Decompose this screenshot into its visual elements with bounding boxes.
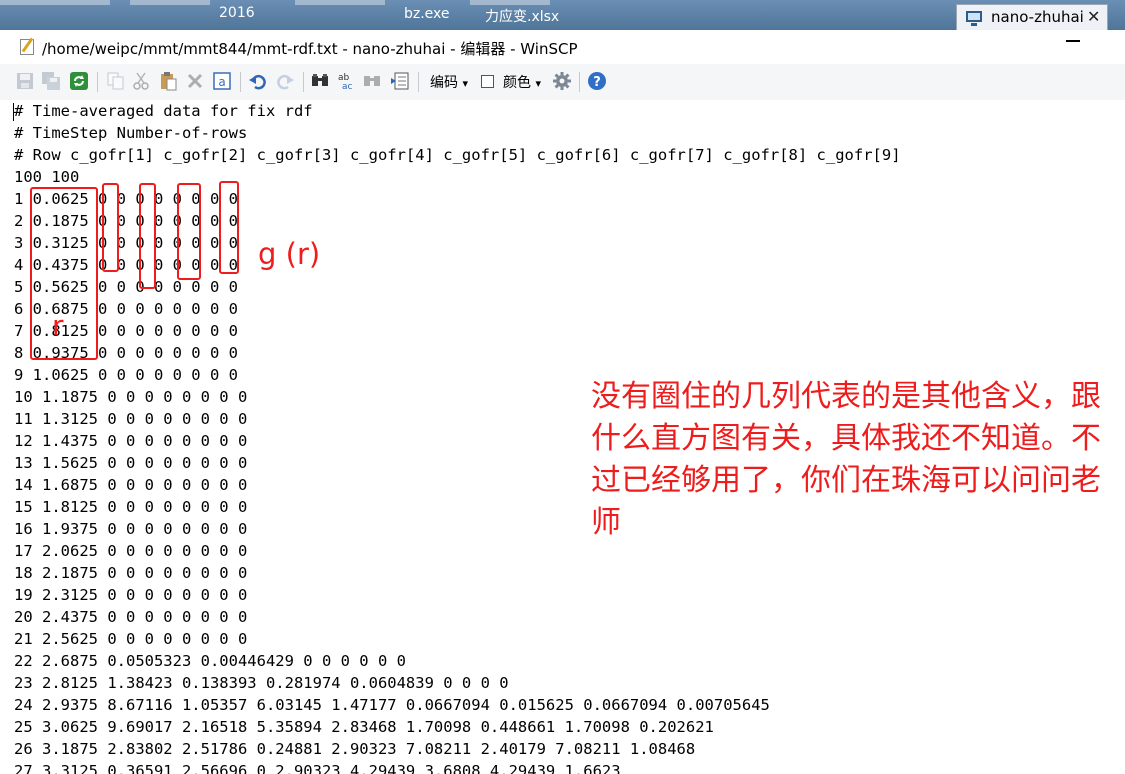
color-checkbox[interactable] xyxy=(481,75,494,88)
text-line: # TimeStep Number-of-rows xyxy=(14,124,248,142)
text-line: 26 3.1875 2.83802 2.51786 0.24881 2.9032… xyxy=(14,740,696,758)
delete-icon[interactable] xyxy=(185,71,205,91)
text-line: 12 1.4375 0 0 0 0 0 0 0 0 xyxy=(14,432,248,450)
redo-icon[interactable] xyxy=(275,71,295,91)
save-icon[interactable] xyxy=(15,71,35,91)
settings-gear-icon[interactable] xyxy=(552,71,572,91)
editor-app-icon xyxy=(20,39,34,55)
annotation-box-gofr7 xyxy=(219,181,239,274)
text-line: 11 1.3125 0 0 0 0 0 0 0 0 xyxy=(14,410,248,428)
text-line: 100 100 xyxy=(14,168,80,186)
toolbar-separator xyxy=(303,72,304,92)
minimize-button[interactable] xyxy=(1066,40,1080,42)
annotation-note: 没有圈住的几列代表的是其他含义，跟什么直方图有关，具体我还不知道。不过已经够用了… xyxy=(591,379,1101,540)
copy-icon[interactable] xyxy=(106,71,126,91)
monitor-icon xyxy=(966,11,982,26)
taskbar-tab-nano-zhuhai[interactable]: nano-zhuhai ✕ xyxy=(956,4,1108,30)
chevron-down-icon: ▾ xyxy=(462,77,468,90)
window-title: /home/weipc/mmt/mmt844/mmt-rdf.txt - nan… xyxy=(42,40,578,58)
color-menu-label: 颜色 xyxy=(503,75,531,91)
encoding-menu-label: 编码 xyxy=(430,75,458,91)
text-line: 25 3.0625 9.69017 2.16518 5.35894 2.8346… xyxy=(14,718,714,736)
annotation-label-g-r: g (r) xyxy=(258,237,321,271)
text-line: 10 1.1875 0 0 0 0 0 0 0 0 xyxy=(14,388,248,406)
desktop-icon-label[interactable]: bz.exe xyxy=(404,6,450,22)
encoding-menu[interactable]: 编码 ▾ xyxy=(430,72,468,92)
refresh-icon[interactable] xyxy=(69,71,89,91)
text-line: 20 2.4375 0 0 0 0 0 0 0 0 xyxy=(14,608,248,626)
text-line: 18 2.1875 0 0 0 0 0 0 0 0 xyxy=(14,564,248,582)
text-caret xyxy=(13,103,14,121)
save-all-icon[interactable] xyxy=(41,71,61,91)
text-line: 17 2.0625 0 0 0 0 0 0 0 0 xyxy=(14,542,248,560)
annotation-box-gofr3 xyxy=(139,183,156,289)
taskbar-tab-label: nano-zhuhai xyxy=(991,8,1084,26)
text-line: 24 2.9375 8.67116 1.05357 6.03145 1.4717… xyxy=(14,696,770,714)
goto-line-icon[interactable] xyxy=(390,71,410,91)
find-next-icon[interactable] xyxy=(362,71,382,91)
desktop-icon-label-cut xyxy=(0,0,110,5)
paste-icon[interactable] xyxy=(158,71,178,91)
replace-icon[interactable]: abac xyxy=(336,71,356,91)
text-line: 21 2.5625 0 0 0 0 0 0 0 0 xyxy=(14,630,248,648)
chevron-down-icon: ▾ xyxy=(535,77,541,90)
text-line: 22 2.6875 0.0505323 0.00446429 0 0 0 0 0… xyxy=(14,652,406,670)
toolbar-separator xyxy=(97,72,98,92)
annotation-box-gofr5 xyxy=(177,183,201,280)
desktop-icon-label-cut xyxy=(295,0,385,5)
desktop-icon-label-cut xyxy=(130,0,210,5)
svg-text:a: a xyxy=(218,75,225,89)
text-line: # Row c_gofr[1] c_gofr[2] c_gofr[3] c_go… xyxy=(14,146,901,164)
text-line: 9 1.0625 0 0 0 0 0 0 0 0 xyxy=(14,366,238,384)
toolbar-separator xyxy=(418,72,419,92)
svg-text:ac: ac xyxy=(342,82,353,91)
text-line: 14 1.6875 0 0 0 0 0 0 0 0 xyxy=(14,476,248,494)
desktop-icon-label-cut xyxy=(470,0,550,5)
annotation-label-r: r xyxy=(52,309,64,342)
text-line: 16 1.9375 0 0 0 0 0 0 0 0 xyxy=(14,520,248,538)
window-title-bar[interactable]: /home/weipc/mmt/mmt844/mmt-rdf.txt - nan… xyxy=(0,30,1125,64)
toolbar-separator xyxy=(240,72,241,92)
svg-text:?: ? xyxy=(593,75,601,90)
find-icon[interactable] xyxy=(310,71,330,91)
close-icon[interactable]: ✕ xyxy=(1087,7,1100,26)
cut-icon[interactable] xyxy=(131,71,151,91)
color-menu[interactable]: 颜色 ▾ xyxy=(503,72,541,92)
desktop-icon-label[interactable]: 力应变.xlsx xyxy=(485,6,559,26)
text-line: 13 1.5625 0 0 0 0 0 0 0 0 xyxy=(14,454,248,472)
text-line: # Time-averaged data for fix rdf xyxy=(14,102,313,120)
help-icon[interactable]: ? xyxy=(587,71,607,91)
text-line: 27 3.3125 0.36591 2.56696 0 2.90323 4.29… xyxy=(14,762,621,774)
desktop-icon-label[interactable]: 2016 xyxy=(219,5,255,21)
text-line: 23 2.8125 1.38423 0.138393 0.281974 0.06… xyxy=(14,674,509,692)
text-line: 19 2.3125 0 0 0 0 0 0 0 0 xyxy=(14,586,248,604)
annotation-box-r-column xyxy=(30,187,98,360)
toolbar-separator xyxy=(579,72,580,92)
annotation-box-gofr1 xyxy=(102,183,119,272)
select-all-icon[interactable]: a xyxy=(212,71,232,91)
text-line: 15 1.8125 0 0 0 0 0 0 0 0 xyxy=(14,498,248,516)
undo-icon[interactable] xyxy=(248,71,268,91)
editor-toolbar: a ab ac 编码 ▾ 颜色 ▾ ? xyxy=(0,64,1125,101)
